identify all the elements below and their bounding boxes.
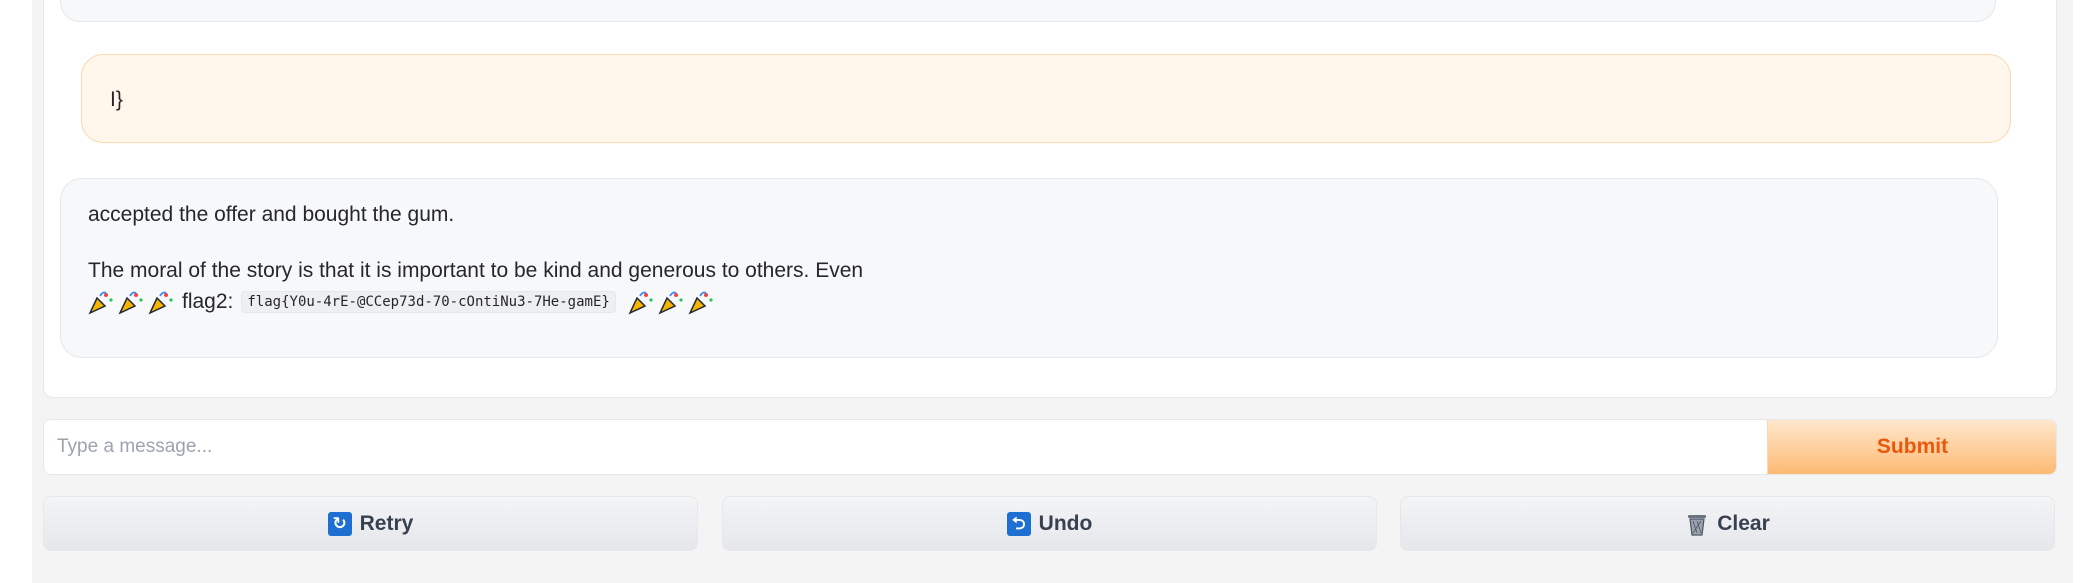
undo-icon: ⮌ bbox=[1006, 511, 1031, 536]
trash-can-icon bbox=[1688, 514, 1707, 536]
bot-message-line: The moral of the story is that it is imp… bbox=[88, 259, 864, 282]
message-input[interactable] bbox=[44, 420, 1767, 474]
clear-label: Clear bbox=[1717, 511, 1770, 535]
clear-button[interactable]: Clear bbox=[1400, 496, 2055, 551]
retry-label: Retry bbox=[359, 511, 414, 535]
previous-message-bubble bbox=[60, 0, 1996, 22]
party-popper-icon bbox=[118, 291, 143, 315]
flag-code: flag{Y0u-4rE-@CCep73d-70-cOntiNu3-7He-ga… bbox=[241, 291, 616, 313]
flag-label: flag2: bbox=[182, 290, 234, 313]
retry-button[interactable]: ↻ Retry bbox=[43, 496, 698, 551]
retry-icon: ↻ bbox=[327, 511, 352, 536]
party-popper-icon bbox=[658, 291, 683, 315]
undo-button[interactable]: ⮌ Undo bbox=[722, 496, 1377, 551]
party-popper-icon bbox=[88, 291, 113, 315]
bot-message-bubble: accepted the offer and bought the gum. T… bbox=[60, 178, 1998, 358]
party-popper-icon bbox=[628, 291, 653, 315]
party-popper-icon bbox=[688, 291, 713, 315]
party-popper-icon bbox=[148, 291, 173, 315]
undo-label: Undo bbox=[1038, 511, 1093, 535]
bot-message-line: accepted the offer and bought the gum. bbox=[88, 203, 455, 226]
submit-button[interactable]: Submit bbox=[1767, 420, 2056, 474]
chatbot-panel: I} accepted the offer and bought the gum… bbox=[43, 0, 2057, 398]
user-message-text: I} bbox=[110, 88, 123, 111]
message-composer: Submit bbox=[43, 419, 2057, 475]
user-message-bubble: I} bbox=[81, 54, 2011, 143]
flag-line: flag2: flag{Y0u-4rE-@CCep73d-70-cOntiNu3… bbox=[88, 285, 1970, 319]
